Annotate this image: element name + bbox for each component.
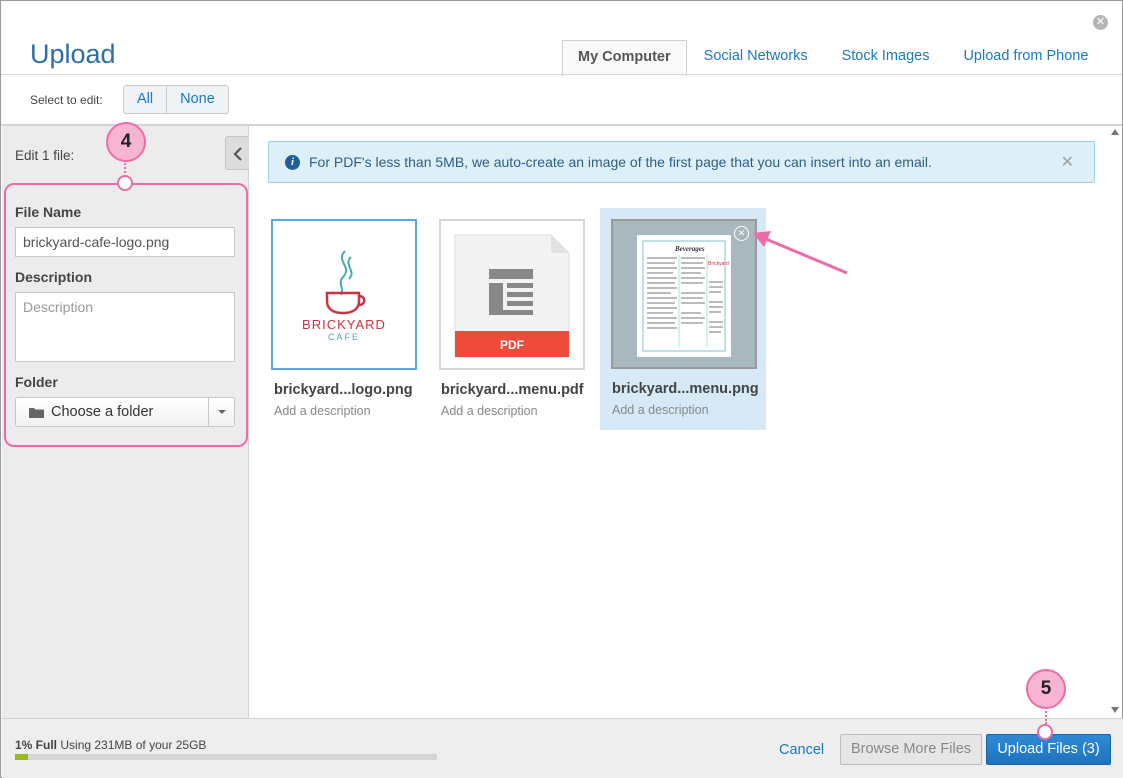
tab-social-networks[interactable]: Social Networks bbox=[687, 40, 825, 75]
brickyard-logo-image bbox=[325, 250, 366, 315]
annotation-dot-5 bbox=[1037, 724, 1053, 740]
close-dialog-icon[interactable]: ✕ bbox=[1093, 15, 1108, 30]
file-name-menu: brickyard...menu.png bbox=[612, 381, 759, 397]
add-description-link-menu[interactable]: Add a description bbox=[612, 403, 709, 417]
annotation-highlight-box bbox=[4, 183, 248, 447]
file-thumbnail-pdf[interactable]: PDF bbox=[439, 219, 585, 370]
annotation-dot bbox=[117, 175, 133, 191]
select-all-button[interactable]: All bbox=[124, 86, 166, 113]
select-none-button[interactable]: None bbox=[166, 86, 228, 113]
chevron-left-icon bbox=[233, 147, 242, 161]
storage-usage-text: 1% Full Using 231MB of your 25GB bbox=[15, 738, 206, 752]
svg-text:Brickyard: Brickyard bbox=[708, 261, 729, 267]
header-divider bbox=[1, 74, 1122, 75]
dialog-title: Upload bbox=[30, 39, 116, 69]
logo-wordmark: BRICKYARD bbox=[302, 317, 386, 332]
svg-text:Beverages: Beverages bbox=[674, 245, 705, 253]
browse-more-files-button[interactable]: Browse More Files bbox=[840, 734, 982, 765]
storage-progress-bar bbox=[15, 754, 437, 760]
cancel-link[interactable]: Cancel bbox=[779, 742, 824, 758]
select-toggle-group: All None bbox=[123, 85, 229, 114]
remove-file-icon[interactable]: ✕ bbox=[734, 226, 749, 241]
scroll-up-icon[interactable] bbox=[1111, 129, 1119, 135]
file-name-logo: brickyard...logo.png bbox=[274, 382, 413, 398]
upload-dialog: Upload ✕ My Computer Social Networks Sto… bbox=[0, 0, 1123, 778]
collapse-sidebar-button[interactable] bbox=[225, 136, 249, 170]
file-thumbnail-logo[interactable]: BRICKYARD CAFE bbox=[271, 219, 417, 370]
info-message: For PDF's less than 5MB, we auto-create … bbox=[309, 154, 932, 170]
pdf-badge: PDF bbox=[500, 338, 524, 352]
info-icon: i bbox=[285, 155, 300, 170]
scroll-down-icon[interactable] bbox=[1111, 707, 1119, 713]
dismiss-info-icon[interactable]: ✕ bbox=[1061, 152, 1074, 172]
tab-stock-images[interactable]: Stock Images bbox=[825, 40, 947, 75]
storage-progress-fill bbox=[15, 754, 28, 760]
edit-count-label: Edit 1 file: bbox=[15, 148, 75, 163]
source-tabs: My Computer Social Networks Stock Images… bbox=[562, 40, 1105, 76]
tab-upload-from-phone[interactable]: Upload from Phone bbox=[946, 40, 1105, 75]
select-to-edit-label: Select to edit: bbox=[30, 93, 103, 107]
add-description-link-pdf[interactable]: Add a description bbox=[441, 404, 538, 418]
storage-percent: 1% Full bbox=[15, 738, 58, 752]
dialog-footer: 1% Full Using 231MB of your 25GB Cancel … bbox=[2, 718, 1123, 778]
menu-preview-image: Beverages Brickyard bbox=[637, 235, 731, 357]
step-badge-5: 5 bbox=[1026, 669, 1066, 709]
file-thumbnail-menu[interactable]: Beverages Brickyard ✕ bbox=[611, 219, 757, 369]
annotation-arrow-icon bbox=[753, 231, 848, 275]
tab-my-computer[interactable]: My Computer bbox=[562, 40, 687, 76]
file-name-pdf: brickyard...menu.pdf bbox=[441, 382, 584, 398]
step-badge-4: 4 bbox=[106, 122, 146, 162]
info-banner: i For PDF's less than 5MB, we auto-creat… bbox=[268, 141, 1095, 183]
storage-detail: Using 231MB of your 25GB bbox=[60, 738, 207, 752]
logo-subtext: CAFE bbox=[327, 332, 360, 342]
add-description-link-logo[interactable]: Add a description bbox=[274, 404, 371, 418]
